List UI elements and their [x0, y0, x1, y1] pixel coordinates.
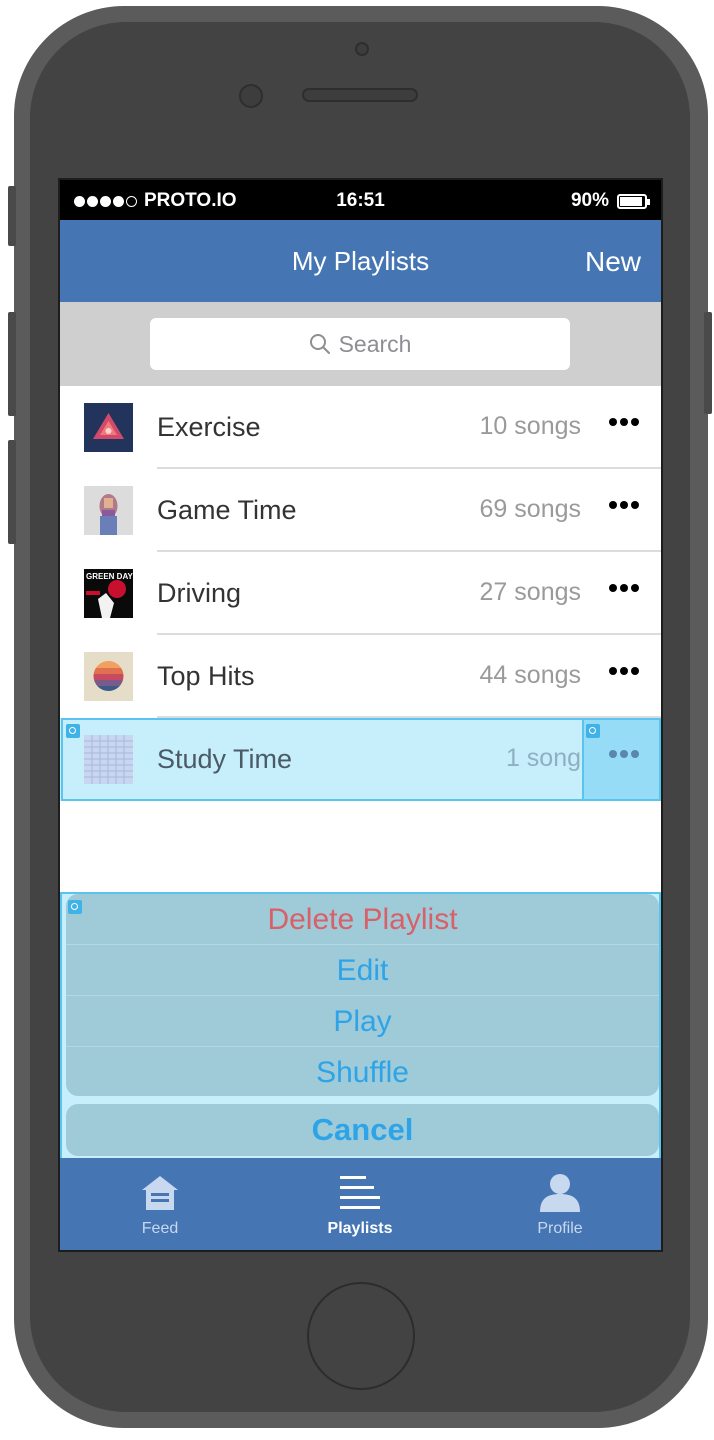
action-sheet-options: Delete Playlist Edit Play Shuffle	[66, 894, 659, 1096]
playlist-name: Game Time	[157, 495, 297, 525]
playlist-name: Study Time	[157, 744, 293, 774]
search-icon	[309, 334, 330, 354]
mute-switch	[8, 186, 16, 246]
list-item[interactable]: GREEN DAY Driving 27 songs	[60, 552, 661, 635]
playlist-name: Driving	[157, 578, 242, 608]
more-options-icon[interactable]	[609, 501, 639, 509]
green-day-album-art: GREEN DAY	[84, 569, 133, 618]
action-sheet: Delete Playlist Edit Play Shuffle Cancel	[60, 892, 661, 1160]
more-options-icon[interactable]	[609, 418, 639, 426]
song-count: 69 songs	[479, 495, 581, 523]
triangle-art	[84, 403, 133, 452]
proximity-sensor	[355, 42, 369, 56]
hotspot-marker-icon	[66, 724, 80, 738]
search-bar: Search	[60, 302, 661, 386]
volume-down-button	[8, 440, 16, 544]
sunset-art	[84, 652, 133, 701]
list-item[interactable]: Exercise 10 songs	[60, 386, 661, 469]
tab-label: Profile	[537, 1220, 583, 1237]
more-options-icon[interactable]	[609, 750, 639, 758]
navigation-bar: My Playlists New	[60, 220, 661, 302]
tab-bar: Feed Playlists Profile	[60, 1158, 661, 1250]
home-icon	[142, 1176, 178, 1210]
edit-button[interactable]: Edit	[66, 945, 659, 996]
tab-feed[interactable]: Feed	[60, 1158, 260, 1250]
hotspot-marker-icon	[68, 900, 82, 914]
front-camera	[239, 84, 263, 108]
list-item-selected[interactable]: Study Time 1 song	[60, 718, 661, 801]
volume-up-button	[8, 312, 16, 416]
status-bar: PROTO.IO 16:51 90%	[60, 180, 661, 220]
cancel-button[interactable]: Cancel	[66, 1104, 659, 1156]
list-item[interactable]: Game Time 69 songs	[60, 469, 661, 552]
tab-label: Feed	[141, 1220, 179, 1237]
shuffle-button[interactable]: Shuffle	[66, 1047, 659, 1098]
search-input[interactable]: Search	[150, 318, 570, 370]
more-options-icon[interactable]	[609, 667, 639, 675]
portrait-art	[84, 486, 133, 535]
battery-icon	[617, 193, 650, 209]
album-art-text: GREEN DAY	[86, 572, 133, 581]
tab-profile[interactable]: Profile	[460, 1158, 660, 1250]
search-placeholder: Search	[338, 330, 412, 357]
playlist-name: Top Hits	[157, 661, 255, 691]
song-count: 1 song	[505, 744, 581, 772]
new-playlist-button[interactable]: New	[585, 246, 641, 278]
earpiece-speaker	[302, 88, 418, 102]
more-options-icon[interactable]	[609, 584, 639, 592]
phone-screen: PROTO.IO 16:51 90% My Playlists New Sear…	[58, 178, 663, 1252]
grid-art	[84, 735, 133, 784]
hotspot-marker-icon	[586, 724, 600, 738]
battery-percent: 90%	[570, 190, 609, 211]
song-count: 10 songs	[479, 412, 581, 440]
battery-status: 90%	[570, 190, 650, 212]
page-title: My Playlists	[291, 246, 430, 276]
list-item[interactable]: Top Hits 44 songs	[60, 635, 661, 718]
power-button	[704, 312, 712, 414]
tab-playlists[interactable]: Playlists	[260, 1158, 460, 1250]
song-count: 27 songs	[479, 578, 581, 606]
home-button[interactable]	[307, 1282, 415, 1390]
delete-playlist-button[interactable]: Delete Playlist	[66, 894, 659, 945]
song-count: 44 songs	[479, 661, 581, 689]
playlist-list: Exercise 10 songs Game Time 69 songs GRE…	[60, 386, 661, 801]
play-button[interactable]: Play	[66, 996, 659, 1047]
tab-label: Playlists	[327, 1220, 393, 1237]
playlist-name: Exercise	[157, 412, 261, 442]
person-icon	[540, 1174, 580, 1212]
list-icon	[340, 1176, 380, 1209]
